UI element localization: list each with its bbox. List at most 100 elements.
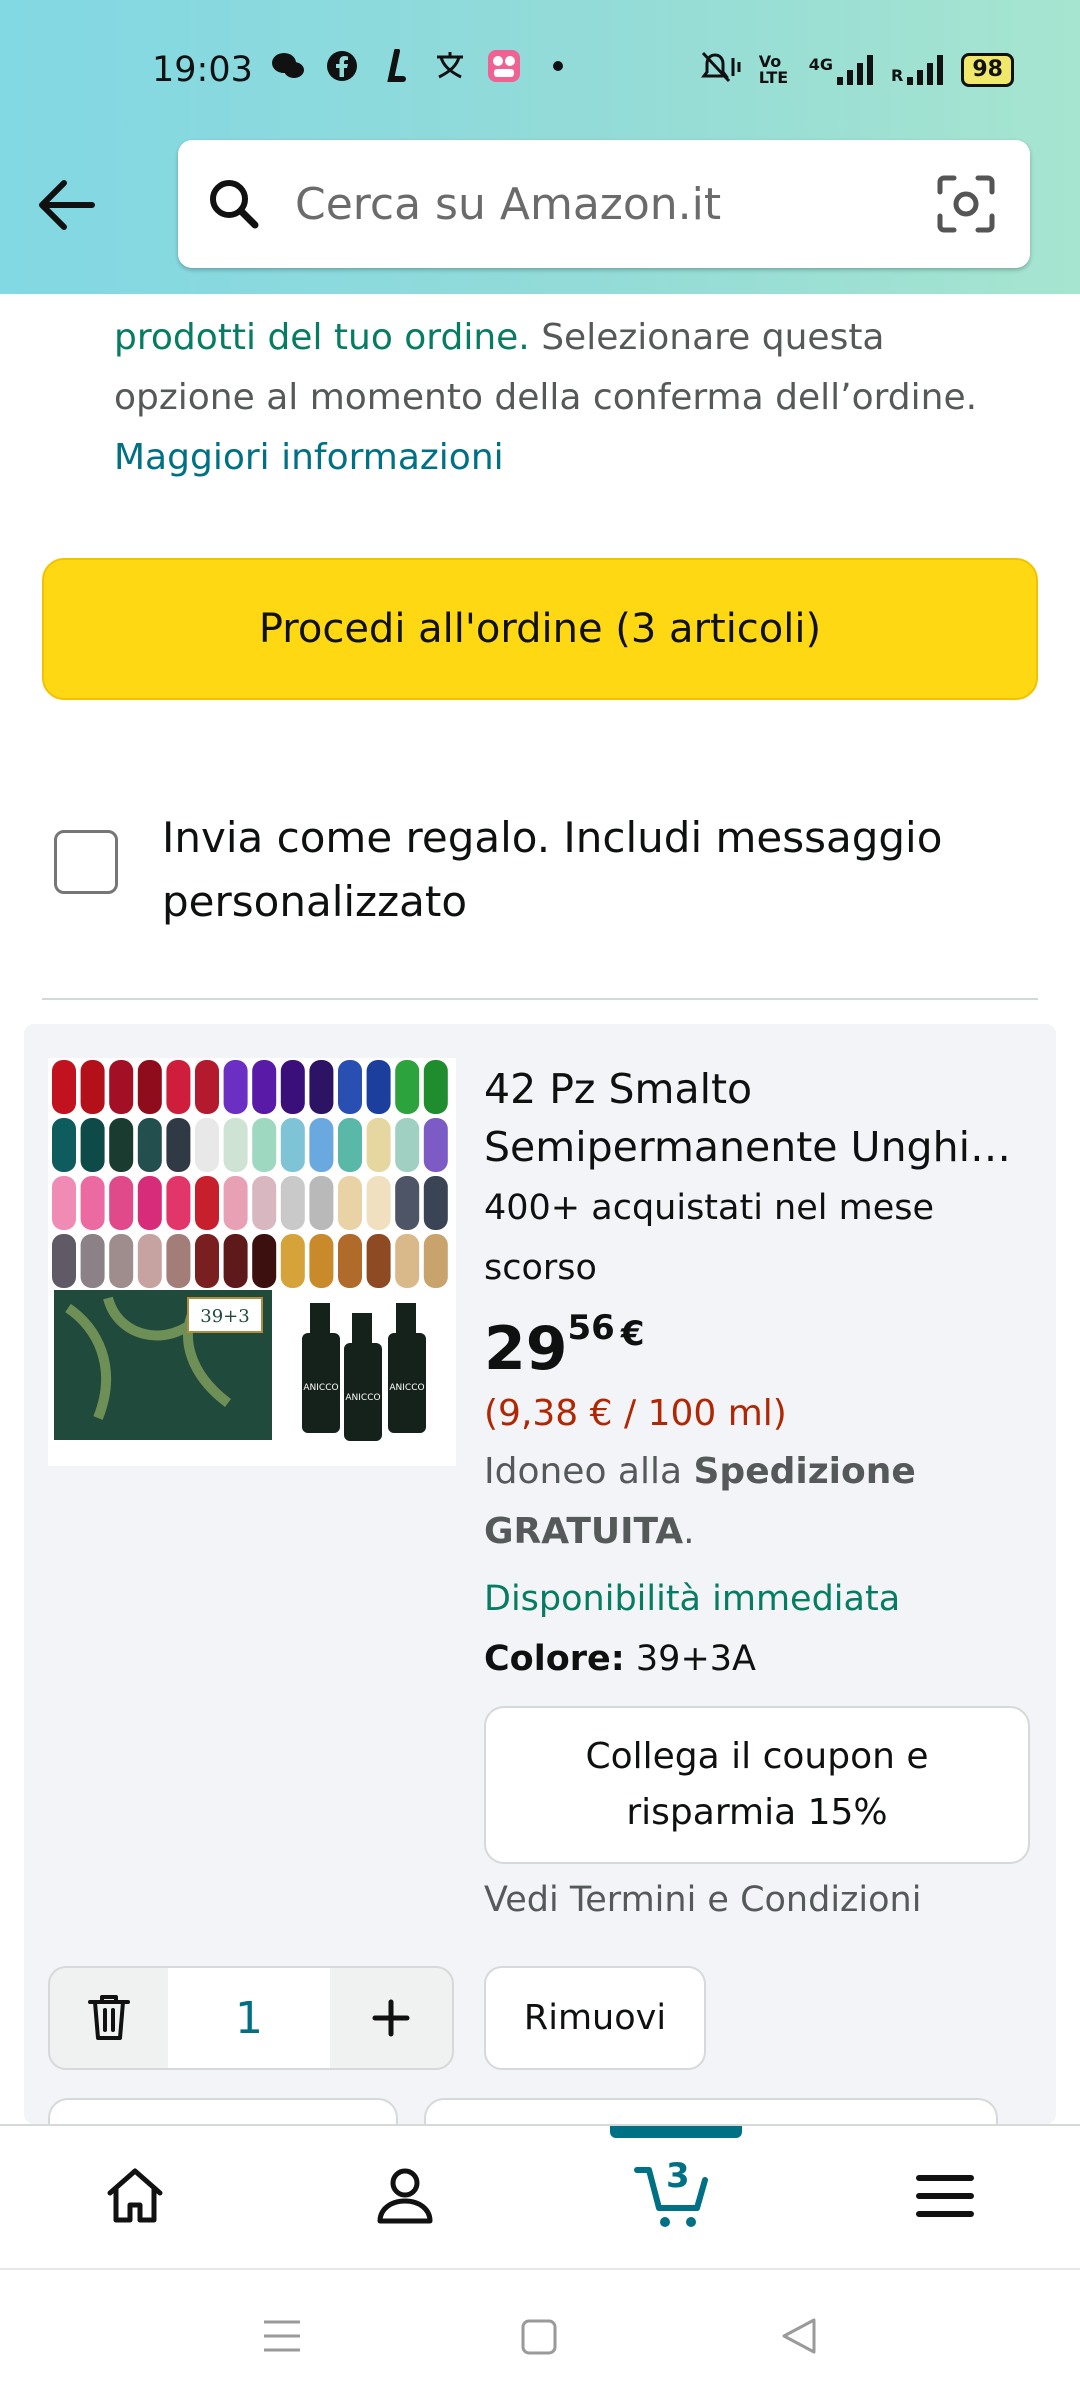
nav-account[interactable] — [270, 2126, 540, 2270]
price-integer: 29 — [484, 1314, 568, 1384]
nail-swatch — [166, 1176, 191, 1230]
nail-swatch — [52, 1176, 76, 1230]
nav-menu[interactable] — [810, 2126, 1080, 2270]
mute-icon — [699, 50, 743, 90]
nail-swatch — [80, 1118, 105, 1172]
nail-swatch — [338, 1060, 362, 1114]
nail-swatch — [338, 1234, 362, 1288]
nail-swatch — [223, 1118, 248, 1172]
nail-swatch — [52, 1060, 76, 1114]
app-l-icon — [378, 48, 414, 84]
nail-swatch — [195, 1234, 219, 1288]
nail-swatch — [166, 1118, 191, 1172]
nail-swatch — [280, 1118, 305, 1172]
product-box-label: 39+3 — [200, 1306, 249, 1327]
system-navigation-bar — [0, 2268, 1080, 2402]
app-header: 19:03 Vo LTE 4G R 98 Cerca su Amazon.it — [0, 0, 1080, 294]
nail-swatch — [137, 1060, 162, 1114]
status-bar: 19:03 Vo LTE 4G R 98 — [0, 40, 1080, 104]
product-title-line1[interactable]: 42 Pz Smalto — [484, 1065, 752, 1113]
more-notifications-dot-icon — [540, 48, 576, 84]
nail-swatch — [366, 1118, 391, 1172]
increase-quantity-button[interactable] — [330, 1968, 452, 2068]
nail-swatch — [52, 1118, 76, 1172]
nail-swatch — [423, 1234, 448, 1288]
color-label: Colore: — [484, 1639, 625, 1679]
proceed-to-checkout-button[interactable]: Procedi all'ordine (3 articoli) — [42, 558, 1038, 700]
nail-swatch — [137, 1118, 162, 1172]
nail-swatch — [109, 1176, 134, 1230]
nail-swatch — [366, 1060, 391, 1114]
nail-swatch — [223, 1060, 248, 1114]
nail-swatch — [137, 1176, 162, 1230]
nail-swatch — [366, 1234, 391, 1288]
nail-swatch — [395, 1060, 420, 1114]
product-title[interactable]: 42 Pz Smalto Semipermanente Unghie con L… — [484, 1060, 1024, 1176]
search-input[interactable] — [293, 166, 917, 242]
facebook-icon — [324, 48, 360, 84]
nail-swatch — [338, 1118, 362, 1172]
nail-swatch — [137, 1234, 162, 1288]
nav-home[interactable] — [0, 2126, 270, 2270]
nail-swatch — [309, 1176, 334, 1230]
signal-roaming-icon: R — [891, 55, 945, 85]
back-arrow-icon[interactable] — [34, 172, 100, 238]
nail-swatch — [423, 1060, 448, 1114]
purchase-count: 400+ acquistati nel mese scorso — [484, 1188, 935, 1288]
nail-swatch — [109, 1234, 134, 1288]
nail-swatch — [309, 1060, 334, 1114]
camera-search-icon[interactable] — [936, 174, 996, 238]
nail-swatch — [109, 1060, 134, 1114]
nail-swatch — [338, 1176, 362, 1230]
translate-icon — [432, 48, 468, 84]
quantity-value[interactable]: 1 — [168, 1968, 330, 2068]
search-bar[interactable] — [178, 140, 1030, 268]
nail-swatch — [52, 1234, 76, 1288]
price-currency: € — [620, 1314, 645, 1354]
product-image[interactable]: 39+3 ANICCO ANICCO ANICCO — [48, 1058, 456, 1466]
nail-swatch — [195, 1118, 219, 1172]
more-info-link[interactable]: Maggiori informazioni — [114, 437, 504, 478]
nail-swatch — [395, 1234, 420, 1288]
home-square-icon[interactable] — [520, 2318, 558, 2360]
notification-icons — [270, 48, 576, 84]
recent-apps-icon[interactable] — [262, 2318, 302, 2358]
home-icon — [104, 2165, 166, 2231]
nail-swatch — [395, 1176, 420, 1230]
signal-4g-icon: 4G — [809, 55, 875, 85]
nail-swatch — [366, 1176, 391, 1230]
price-fraction: 56 — [567, 1308, 615, 1348]
nail-swatch — [423, 1176, 448, 1230]
bottle-brand-1: ANICCO — [303, 1383, 338, 1393]
status-right: Vo LTE 4G R 98 — [699, 50, 1014, 90]
nail-swatch — [252, 1234, 277, 1288]
divider — [42, 998, 1038, 1000]
nail-swatch — [195, 1176, 219, 1230]
color-variant: Colore: 39+3A — [484, 1630, 1044, 1688]
delete-icon[interactable] — [50, 1968, 168, 2068]
wechat-icon — [270, 48, 306, 84]
product-title-line2[interactable]: Semipermanente Unghie con Lampada — [484, 1118, 1024, 1176]
nail-swatch — [223, 1176, 248, 1230]
nail-swatch — [80, 1234, 105, 1288]
nail-swatch — [80, 1060, 105, 1114]
nail-swatch — [423, 1118, 448, 1172]
shipping-eligibility: Idoneo alla Spedizione GRATUITA. — [484, 1451, 916, 1552]
unit-price: (9,38 € / 100 ml) — [484, 1393, 787, 1434]
notice-green-text: prodotti del tuo ordine. — [114, 317, 530, 358]
nail-swatch — [109, 1118, 134, 1172]
nail-swatch — [309, 1234, 334, 1288]
nail-swatch — [166, 1060, 191, 1114]
color-value: 39+3A — [624, 1639, 756, 1679]
hamburger-menu-icon — [915, 2172, 975, 2224]
nav-cart[interactable] — [540, 2126, 810, 2270]
remove-button[interactable]: Rimuovi — [484, 1966, 706, 2070]
terms-link[interactable]: Vedi Termini e Condizioni — [484, 1880, 921, 1920]
gift-checkbox[interactable] — [54, 830, 118, 894]
clip-coupon-button[interactable]: Collega il coupon e risparmia 15% — [484, 1706, 1030, 1864]
gift-label[interactable]: Invia come regalo. Includi messaggio per… — [162, 806, 1022, 934]
back-triangle-icon[interactable] — [780, 2316, 818, 2360]
nail-swatch — [166, 1234, 191, 1288]
bottle-brand-3: ANICCO — [389, 1383, 424, 1393]
nail-swatch — [252, 1176, 277, 1230]
